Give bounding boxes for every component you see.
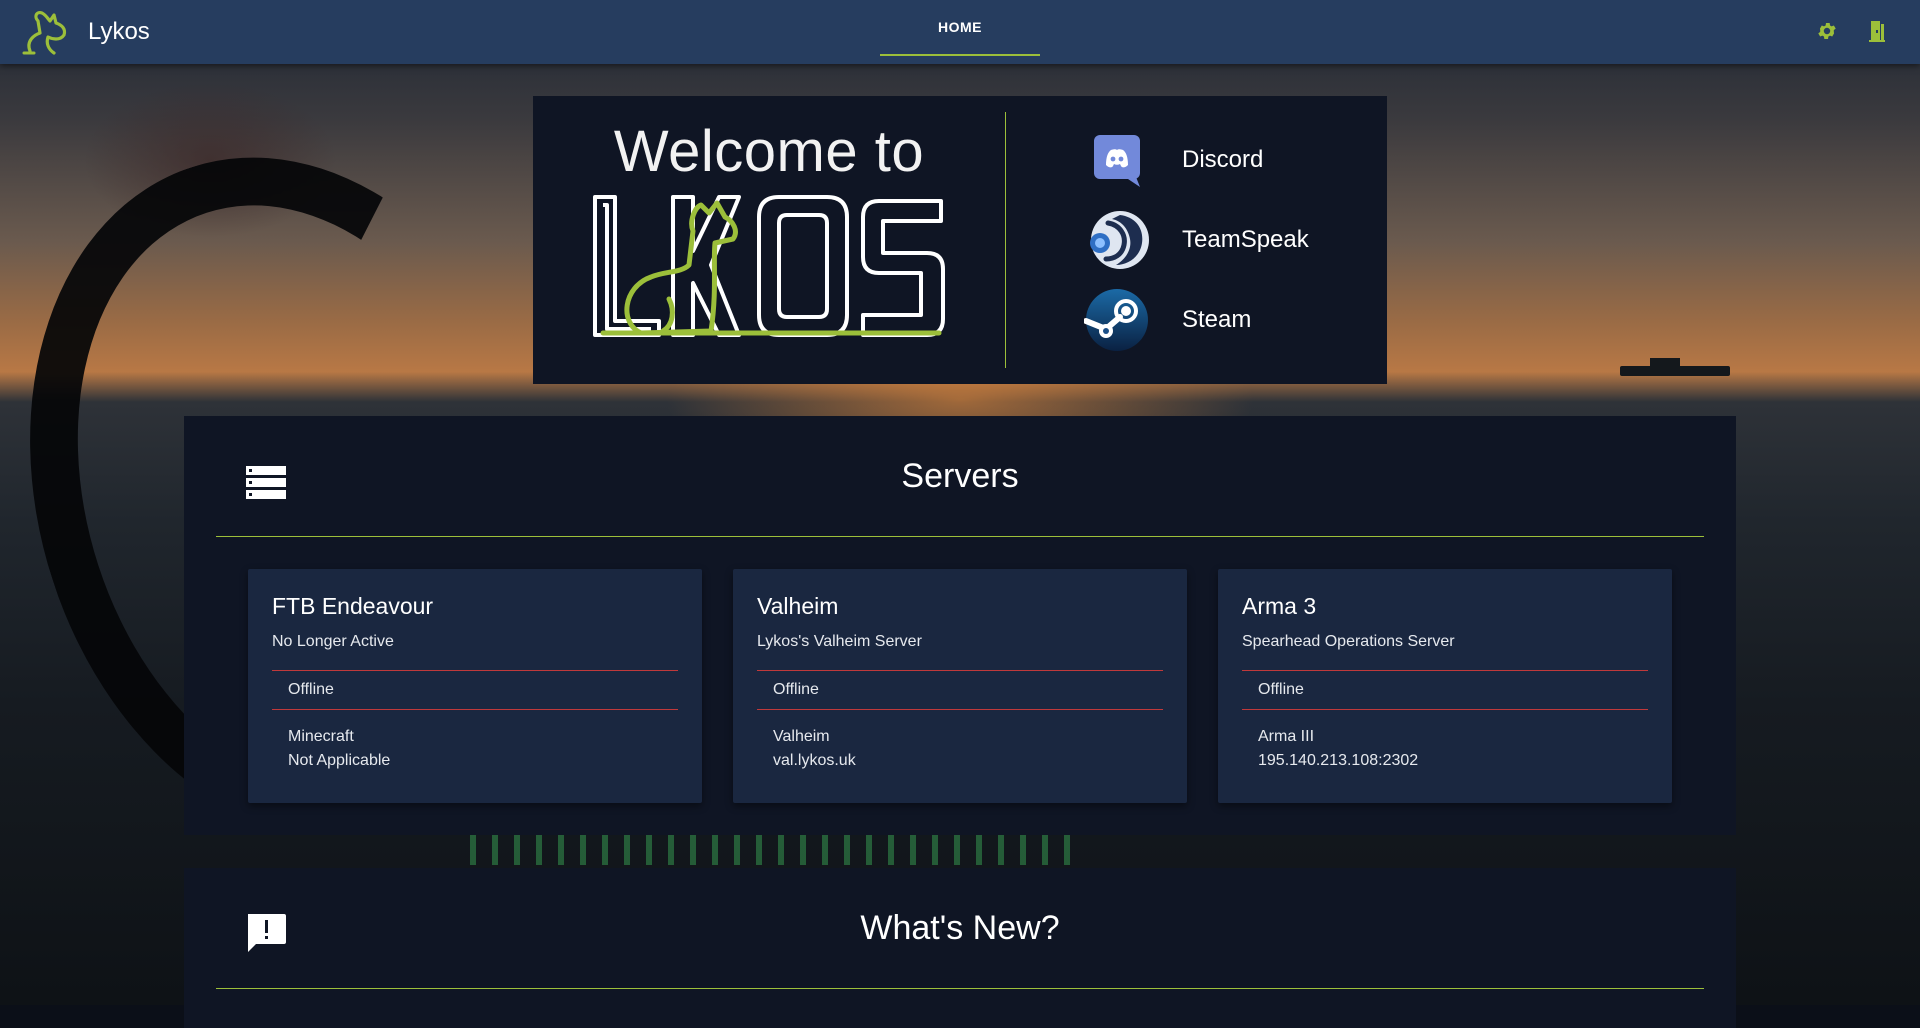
whats-new-panel: What's New? xyxy=(184,868,1736,1028)
door-exit-icon xyxy=(1869,21,1885,42)
server-game: Arma III xyxy=(1258,728,1315,745)
server-card[interactable]: Arma 3 Spearhead Operations Server Offli… xyxy=(1218,569,1672,803)
server-name: FTB Endeavour xyxy=(272,593,434,619)
settings-button[interactable] xyxy=(1814,18,1840,44)
servers-panel: Servers FTB Endeavour No Longer Active O… xyxy=(184,416,1736,835)
server-list-icon xyxy=(246,466,286,499)
server-card[interactable]: FTB Endeavour No Longer Active Offline M… xyxy=(248,569,702,803)
background-hud xyxy=(470,835,1070,865)
server-description: Lykos's Valheim Server xyxy=(757,633,922,650)
server-details: Minecraft Not Applicable xyxy=(272,710,678,773)
brand[interactable]: Lykos xyxy=(20,7,150,57)
server-address[interactable]: 195.140.213.108:2302 xyxy=(1258,749,1632,773)
discord-label: Discord xyxy=(1182,146,1264,173)
server-name: Valheim xyxy=(757,593,839,619)
discord-icon xyxy=(1084,127,1150,193)
server-game: Valheim xyxy=(773,728,830,745)
steam-icon xyxy=(1084,287,1150,353)
whats-new-header: What's New? xyxy=(184,868,1736,988)
server-address[interactable]: val.lykos.uk xyxy=(773,749,1147,773)
gear-icon xyxy=(1818,23,1836,39)
wolf-logo-icon xyxy=(22,11,67,55)
server-status: Offline xyxy=(288,681,334,698)
servers-divider xyxy=(216,536,1704,537)
server-details: Arma III 195.140.213.108:2302 xyxy=(1242,710,1648,773)
welcome-banner: Welcome to xyxy=(533,96,1005,384)
server-card-list: FTB Endeavour No Longer Active Offline M… xyxy=(248,569,1736,803)
servers-title: Servers xyxy=(901,456,1019,495)
servers-header: Servers xyxy=(184,416,1736,536)
server-description: No Longer Active xyxy=(272,633,394,650)
server-description: Spearhead Operations Server xyxy=(1242,633,1455,650)
welcome-card: Welcome to Discord TeamSpeak Steam xyxy=(533,96,1387,384)
server-status: Offline xyxy=(1258,681,1304,698)
top-navigation-bar: Lykos HOME xyxy=(0,0,1920,64)
background-ship xyxy=(1620,358,1730,376)
teamspeak-icon xyxy=(1084,207,1150,273)
top-actions xyxy=(1814,18,1890,44)
app-name: Lykos xyxy=(88,18,150,45)
welcome-title: Welcome to xyxy=(613,119,925,184)
server-details: Valheim val.lykos.uk xyxy=(757,710,1163,773)
server-status: Offline xyxy=(773,681,819,698)
whats-new-title: What's New? xyxy=(860,908,1060,947)
steam-label: Steam xyxy=(1182,306,1252,333)
logout-button[interactable] xyxy=(1864,18,1890,44)
server-card[interactable]: Valheim Lykos's Valheim Server Offline V… xyxy=(733,569,1187,803)
lykos-wordmark-logo xyxy=(593,195,945,337)
nav-tab-home[interactable]: HOME xyxy=(880,0,1040,56)
server-name: Arma 3 xyxy=(1242,593,1317,619)
whats-new-divider xyxy=(216,988,1704,989)
teamspeak-label: TeamSpeak xyxy=(1182,226,1309,253)
server-game: Minecraft xyxy=(288,728,354,745)
server-address[interactable]: Not Applicable xyxy=(288,749,662,773)
social-links: Discord TeamSpeak Steam xyxy=(1006,127,1387,353)
discord-link[interactable]: Discord xyxy=(1084,127,1387,193)
teamspeak-link[interactable]: TeamSpeak xyxy=(1084,207,1387,273)
announcement-icon xyxy=(248,914,286,952)
steam-link[interactable]: Steam xyxy=(1084,287,1387,353)
